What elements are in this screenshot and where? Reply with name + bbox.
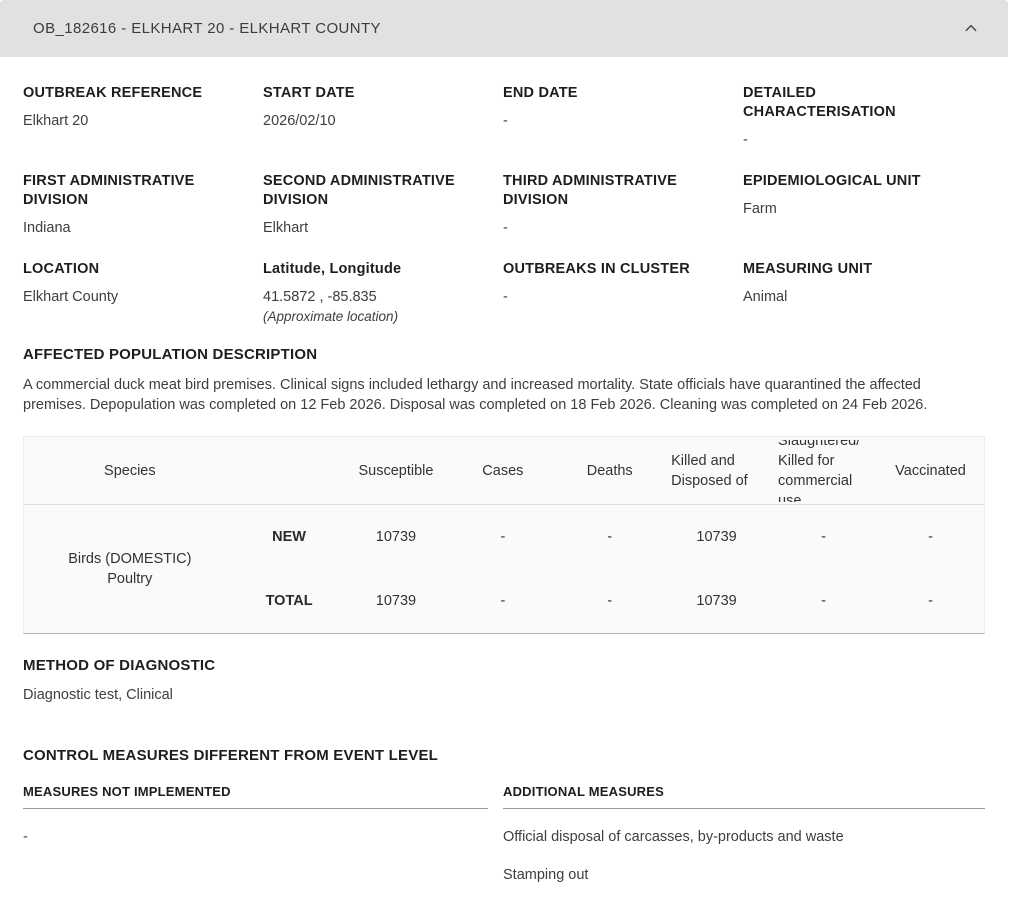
- field-value: Elkhart: [263, 220, 309, 236]
- cell-deaths: -: [607, 529, 613, 545]
- cell-deaths: -: [607, 593, 613, 609]
- field-label: DETAILED CHARACTERISATION: [743, 85, 896, 120]
- field-second-admin-division: SECOND ADMINISTRATIVE DIVISION Elkhart: [263, 172, 503, 238]
- chevron-up-icon[interactable]: [962, 20, 980, 38]
- species-cell: Birds (DOMESTIC) Poultry: [24, 505, 236, 633]
- cell-susceptible: 10739: [375, 529, 417, 545]
- field-value: Elkhart 20: [23, 113, 89, 129]
- measures-not-implemented-heading: MEASURES NOT IMPLEMENTED: [23, 784, 488, 809]
- species-quantities-table: Species Susceptible Cases Deaths Killed …: [23, 436, 985, 634]
- row-type-label: TOTAL: [265, 593, 313, 609]
- measures-not-implemented-column: MEASURES NOT IMPLEMENTED -: [23, 784, 488, 885]
- field-end-date: END DATE -: [503, 84, 743, 150]
- control-measures-heading: CONTROL MEASURES DIFFERENT FROM EVENT LE…: [23, 747, 439, 764]
- field-label: THIRD ADMINISTRATIVE DIVISION: [503, 173, 677, 208]
- table-header-row: Species Susceptible Cases Deaths Killed …: [24, 437, 984, 505]
- field-latitude-longitude: Latitude, Longitude 41.5872 , -85.835 (A…: [263, 260, 503, 324]
- additional-measure-item: Stamping out: [503, 867, 589, 883]
- field-outbreaks-in-cluster: OUTBREAKS IN CLUSTER -: [503, 260, 743, 324]
- method-of-diagnostic-heading: METHOD OF DIAGNOSTIC: [23, 657, 216, 674]
- table-row-new: Birds (DOMESTIC) Poultry NEW 10739 - - 1…: [24, 505, 984, 587]
- affected-population-heading: AFFECTED POPULATION DESCRIPTION: [23, 346, 318, 363]
- field-epidemiological-unit: EPIDEMIOLOGICAL UNIT Farm: [743, 172, 985, 238]
- cell-susceptible: 10739: [375, 593, 417, 609]
- cell-cases: -: [500, 529, 506, 545]
- col-header-cases: Cases: [449, 437, 557, 505]
- field-value: 2026/02/10: [263, 113, 336, 129]
- col-header-killed-disposed: Killed and Disposed of: [663, 437, 771, 505]
- field-label: Latitude, Longitude: [263, 261, 402, 277]
- field-value: -: [503, 113, 508, 129]
- field-value: 41.5872 , -85.835: [263, 289, 377, 305]
- field-value: Elkhart County: [23, 289, 119, 305]
- col-header-slaughtered: Slaughtered/ Killed for commercial use: [770, 437, 878, 505]
- field-label: END DATE: [503, 85, 578, 101]
- field-outbreak-reference: OUTBREAK REFERENCE Elkhart 20: [23, 84, 263, 150]
- additional-measures-column: ADDITIONAL MEASURES Official disposal of…: [503, 784, 985, 885]
- affected-population-text: A commercial duck meat bird premises. Cl…: [23, 377, 928, 413]
- col-header-species: Species: [24, 437, 236, 505]
- field-label: OUTBREAKS IN CLUSTER: [503, 261, 690, 277]
- field-label: SECOND ADMINISTRATIVE DIVISION: [263, 173, 455, 208]
- species-subtype: Poultry: [107, 571, 153, 587]
- field-value: -: [743, 132, 748, 148]
- field-location: LOCATION Elkhart County: [23, 260, 263, 324]
- field-start-date: START DATE 2026/02/10: [263, 84, 503, 150]
- field-first-admin-division: FIRST ADMINISTRATIVE DIVISION Indiana: [23, 172, 263, 238]
- control-measures-section: CONTROL MEASURES DIFFERENT FROM EVENT LE…: [23, 747, 985, 885]
- field-third-admin-division: THIRD ADMINISTRATIVE DIVISION -: [503, 172, 743, 238]
- field-label: MEASURING UNIT: [743, 261, 873, 277]
- cell-cases: -: [500, 593, 506, 609]
- method-of-diagnostic-value: Diagnostic test, Clinical: [23, 687, 173, 703]
- field-value: Animal: [743, 289, 788, 305]
- cell-slaughtered: -: [821, 529, 826, 545]
- species-name: Birds (DOMESTIC): [68, 551, 192, 567]
- col-header-row-type: [235, 437, 343, 505]
- field-label: OUTBREAK REFERENCE: [23, 85, 203, 101]
- cell-slaughtered: -: [821, 593, 826, 609]
- outbreak-fields: OUTBREAK REFERENCE Elkhart 20 START DATE…: [23, 84, 985, 346]
- col-header-susceptible: Susceptible: [342, 437, 450, 505]
- row-type-label: NEW: [272, 529, 306, 545]
- outbreak-accordion-header[interactable]: OB_182616 - ELKHART 20 - ELKHART COUNTY: [0, 0, 1008, 57]
- measures-not-implemented-value: -: [23, 829, 28, 845]
- approximate-location-note: (Approximate location): [263, 309, 399, 324]
- cell-killed-disposed: 10739: [696, 593, 737, 609]
- field-measuring-unit: MEASURING UNIT Animal: [743, 260, 985, 324]
- field-label: LOCATION: [23, 261, 100, 277]
- field-value: -: [503, 220, 508, 236]
- field-detailed-characterisation: DETAILED CHARACTERISATION -: [743, 84, 985, 150]
- cell-vaccinated: -: [928, 529, 933, 545]
- field-value: Farm: [743, 201, 777, 217]
- control-measures-columns: MEASURES NOT IMPLEMENTED - ADDITIONAL ME…: [23, 784, 985, 885]
- affected-population-section: AFFECTED POPULATION DESCRIPTION A commer…: [23, 346, 985, 415]
- outbreak-title: OB_182616 - ELKHART 20 - ELKHART COUNTY: [33, 20, 381, 37]
- method-of-diagnostic-section: METHOD OF DIAGNOSTIC Diagnostic test, Cl…: [23, 657, 985, 703]
- field-value: Indiana: [23, 220, 71, 236]
- col-header-deaths: Deaths: [556, 437, 664, 505]
- cell-vaccinated: -: [928, 593, 933, 609]
- field-value: -: [503, 289, 508, 305]
- additional-measure-item: Official disposal of carcasses, by-produ…: [503, 829, 844, 845]
- field-label: START DATE: [263, 85, 355, 101]
- outbreak-detail-panel: OUTBREAK REFERENCE Elkhart 20 START DATE…: [23, 57, 985, 885]
- field-label: FIRST ADMINISTRATIVE DIVISION: [23, 173, 195, 208]
- cell-killed-disposed: 10739: [696, 529, 737, 545]
- additional-measures-heading: ADDITIONAL MEASURES: [503, 784, 985, 809]
- field-label: EPIDEMIOLOGICAL UNIT: [743, 173, 921, 189]
- col-header-vaccinated: Vaccinated: [877, 437, 984, 505]
